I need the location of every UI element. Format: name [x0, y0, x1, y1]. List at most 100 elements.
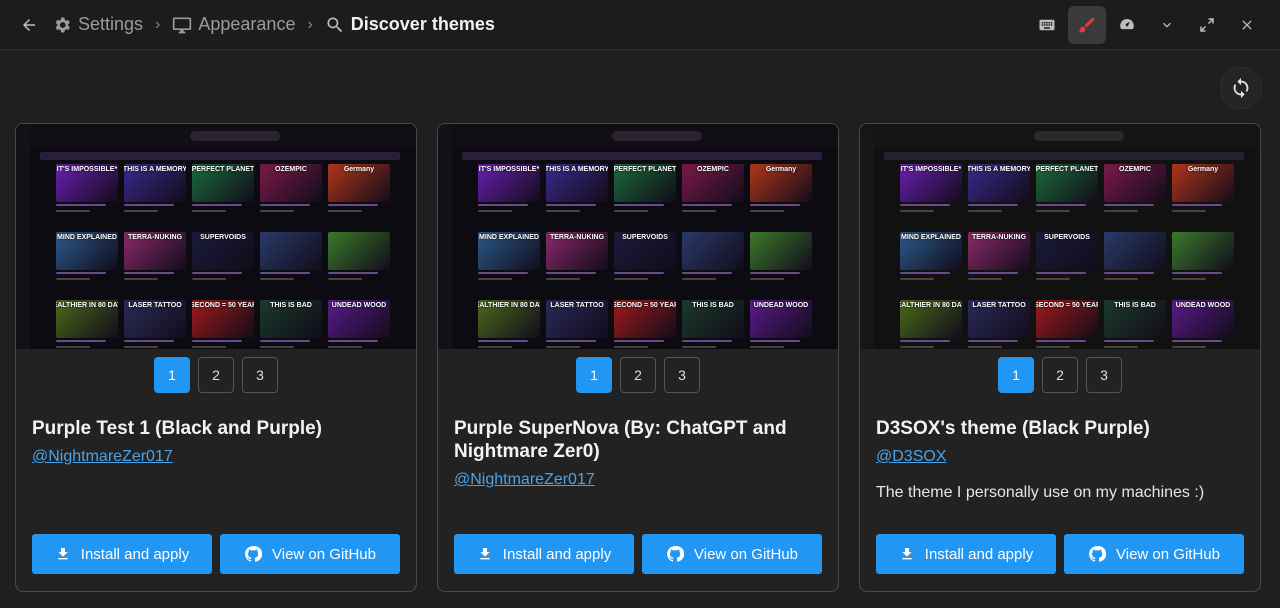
preview-video-tile: THIS IS BAD: [1104, 300, 1166, 349]
preview-video-tile: UNDEAD WOOD: [750, 300, 812, 349]
button-label: Install and apply: [80, 545, 190, 563]
preview-video-tile: OZEMPIC: [1104, 164, 1166, 226]
github-icon: [1089, 546, 1107, 562]
keyboard-button[interactable]: [1028, 6, 1066, 44]
preview-video-tile: Germany: [328, 164, 390, 226]
theme-name: Purple Test 1 (Black and Purple): [32, 418, 323, 439]
preview-thumbnail: IT'S IMPOSSIBLE*: [478, 164, 540, 202]
preview-thumbnail: [750, 232, 812, 270]
preview-thumbnail: IT'S IMPOSSIBLE*: [56, 164, 118, 202]
preview-video-meta: [124, 204, 186, 226]
window-toolbar: [1028, 6, 1266, 44]
theme-preview-image[interactable]: IT'S IMPOSSIBLE* THIS IS A MEMORY PERFECT …: [860, 124, 1260, 349]
preview-page-1[interactable]: 1: [998, 357, 1034, 393]
preview-thumbnail: Germany: [328, 164, 390, 202]
preview-video-tile: THIS IS A MEMORY: [124, 164, 186, 226]
preview-thumbnail: [328, 232, 390, 270]
theme-preview-image[interactable]: IT'S IMPOSSIBLE* THIS IS A MEMORY PERFECT …: [16, 124, 416, 349]
button-label: Install and apply: [924, 545, 1034, 563]
preview-page-1[interactable]: 1: [576, 357, 612, 393]
preview-pagination: 1 2 3: [438, 357, 838, 393]
theme-author-link[interactable]: @NightmareZer017: [32, 448, 173, 466]
preview-thumbnail: LASER TATTOO: [124, 300, 186, 338]
preview-thumbnail: Germany: [750, 164, 812, 202]
preview-video-tile: TERRA-NUKING: [124, 232, 186, 294]
preview-page-3[interactable]: 3: [664, 357, 700, 393]
chevron-right-icon: ›: [155, 15, 161, 33]
performance-button[interactable]: [1108, 6, 1146, 44]
preview-thumbnail: HEALTHIER IN 80 DAYS: [900, 300, 962, 338]
preview-video-meta: [192, 272, 254, 294]
preview-thumbnail: HEALTHIER IN 80 DAYS: [478, 300, 540, 338]
preview-page-2[interactable]: 2: [198, 357, 234, 393]
preview-video-meta: [968, 272, 1030, 294]
theme-preview-image[interactable]: IT'S IMPOSSIBLE* THIS IS A MEMORY PERFECT …: [438, 124, 838, 349]
preview-video-tile: UNDEAD WOOD: [328, 300, 390, 349]
preview-video-tile: [682, 232, 744, 294]
theme-description: The theme I personally use on my machine…: [876, 484, 1205, 501]
preview-thumbnail: 1 SECOND = 50 YEARS: [192, 300, 254, 338]
preview-video-tile: [1104, 232, 1166, 294]
preview-thumbnail: UNDEAD WOOD: [750, 300, 812, 338]
view-on-github-button[interactable]: View on GitHub: [642, 534, 822, 574]
theme-author-link[interactable]: @D3SOX: [876, 448, 946, 466]
preview-video-tile: Germany: [750, 164, 812, 226]
preview-video-meta: [546, 272, 608, 294]
preview-video-tile: THIS IS A MEMORY: [546, 164, 608, 226]
view-on-github-button[interactable]: View on GitHub: [1064, 534, 1244, 574]
preview-video-meta: [260, 204, 322, 226]
preview-thumbnail: SUPERVOIDS: [614, 232, 676, 270]
preview-thumbnail: THIS IS BAD: [682, 300, 744, 338]
preview-thumbnail: PERFECT PLANET: [192, 164, 254, 202]
title-bar: Settings › Appearance › Discover themes: [0, 0, 1280, 50]
preview-thumbnail: 1 SECOND = 50 YEARS: [1036, 300, 1098, 338]
preview-page-2[interactable]: 2: [620, 357, 656, 393]
preview-pagination: 1 2 3: [16, 357, 416, 393]
preview-video-tile: HEALTHIER IN 80 DAYS: [56, 300, 118, 349]
back-button[interactable]: [16, 12, 42, 38]
preview-thumbnail: OZEMPIC: [682, 164, 744, 202]
theme-author-link[interactable]: @NightmareZer017: [454, 471, 595, 489]
preview-thumbnail: TERRA-NUKING: [968, 232, 1030, 270]
preview-video-tile: LASER TATTOO: [968, 300, 1030, 349]
download-icon: [58, 548, 68, 560]
preview-thumbnail: THIS IS A MEMORY: [968, 164, 1030, 202]
preview-video-meta: [478, 272, 540, 294]
view-on-github-button[interactable]: View on GitHub: [220, 534, 400, 574]
preview-thumbnail: THIS IS A MEMORY: [546, 164, 608, 202]
preview-video-tile: HEALTHIER IN 80 DAYS: [900, 300, 962, 349]
preview-thumbnail: LASER TATTOO: [546, 300, 608, 338]
install-and-apply-button[interactable]: Install and apply: [454, 534, 634, 574]
theme-brush-button[interactable]: [1068, 6, 1106, 44]
maximize-button[interactable]: [1188, 6, 1226, 44]
brush-icon: [1078, 17, 1095, 33]
preview-page-1[interactable]: 1: [154, 357, 190, 393]
breadcrumb-appearance[interactable]: Appearance: [172, 14, 295, 35]
preview-video-tile: IT'S IMPOSSIBLE*: [478, 164, 540, 226]
preview-video-meta: [124, 340, 186, 349]
preview-video-tile: Germany: [1172, 164, 1234, 226]
preview-page-3[interactable]: 3: [1086, 357, 1122, 393]
menu-dropdown-button[interactable]: [1148, 6, 1186, 44]
preview-video-meta: [478, 340, 540, 349]
preview-video-meta: [614, 272, 676, 294]
preview-thumbnail: UNDEAD WOOD: [328, 300, 390, 338]
preview-thumbnail: PERFECT PLANET: [614, 164, 676, 202]
preview-video-meta: [546, 340, 608, 349]
preview-thumbnail: TERRA-NUKING: [124, 232, 186, 270]
preview-page-2[interactable]: 2: [1042, 357, 1078, 393]
preview-video-tile: THIS IS BAD: [682, 300, 744, 349]
preview-page-3[interactable]: 3: [242, 357, 278, 393]
button-label: Install and apply: [502, 545, 612, 563]
preview-thumbnail: IT'S IMPOSSIBLE*: [900, 164, 962, 202]
page-title: Discover themes: [350, 14, 495, 34]
breadcrumb-settings[interactable]: Settings: [52, 14, 143, 35]
preview-thumbnail: THIS IS A MEMORY: [124, 164, 186, 202]
install-and-apply-button[interactable]: Install and apply: [876, 534, 1056, 574]
preview-thumbnail: THIS IS BAD: [260, 300, 322, 338]
install-and-apply-button[interactable]: Install and apply: [32, 534, 212, 574]
preview-video-meta: [192, 340, 254, 349]
close-button[interactable]: [1228, 6, 1266, 44]
refresh-themes-button[interactable]: [1220, 67, 1262, 109]
preview-video-meta: [682, 272, 744, 294]
